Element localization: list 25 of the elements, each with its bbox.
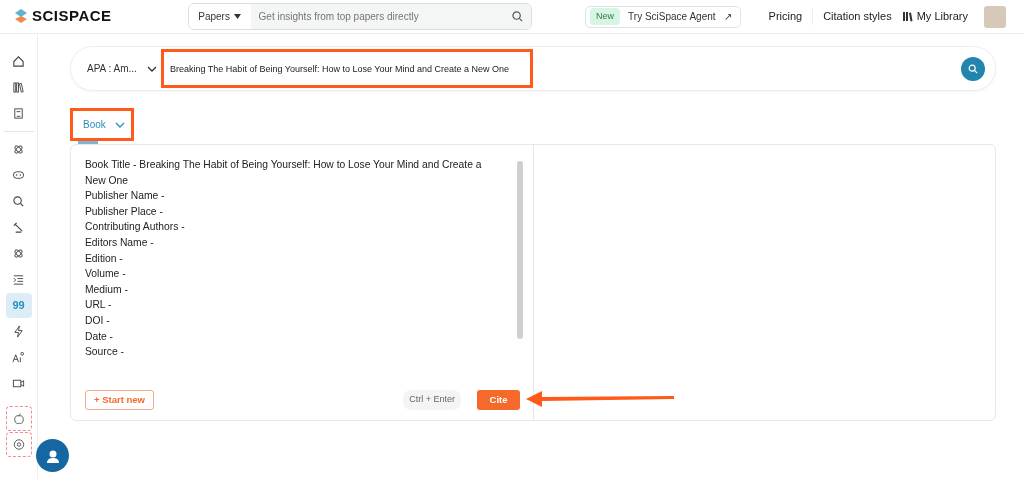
apple-icon[interactable] — [5, 406, 32, 431]
citation-style-dropdown[interactable]: APA : Am... — [87, 61, 157, 76]
source-type-dropdown[interactable]: Book — [70, 108, 134, 141]
nav-link[interactable]: Pricing — [768, 8, 814, 25]
search-icon[interactable] — [511, 11, 523, 22]
agent-button[interactable]: New Try SciSpace Agent ↗ — [585, 5, 741, 28]
library-link[interactable]: My Library — [901, 8, 968, 25]
title-input[interactable]: Breaking The Habit of Being Yourself: How to Lose Your Mind and Create a New One — [161, 49, 533, 88]
nav-link[interactable]: Citation styles — [823, 8, 892, 25]
shortcut-hint: Ctrl + Enter — [403, 390, 461, 410]
citation-fields-text[interactable]: Book Title - Breaking The Habit of Being Yourself: How to Lose Your Mind and Create a New One Publisher Name - Publisher Place - Contributing Authors - Editors Name - Edition - Volume - Medium - URL - DOI - Date - Source - — [85, 157, 519, 357]
search-icon — [968, 63, 978, 74]
scrollbar[interactable] — [517, 161, 523, 339]
search-field[interactable]: Papers Get insights from top papers directly — [187, 3, 532, 30]
chevron-down-icon — [147, 64, 157, 73]
search-mode[interactable]: Papers — [198, 9, 230, 24]
logo-icon — [14, 7, 28, 26]
support-chat-button[interactable] — [36, 439, 69, 472]
books-icon — [901, 11, 913, 22]
caret-icon — [233, 14, 241, 19]
chevron-down-icon — [115, 120, 125, 129]
logo-text: SCISPACE — [32, 6, 112, 27]
new-badge: New — [590, 7, 621, 26]
browser-logo-icon[interactable] — [5, 432, 32, 457]
search-button[interactable] — [961, 56, 985, 81]
